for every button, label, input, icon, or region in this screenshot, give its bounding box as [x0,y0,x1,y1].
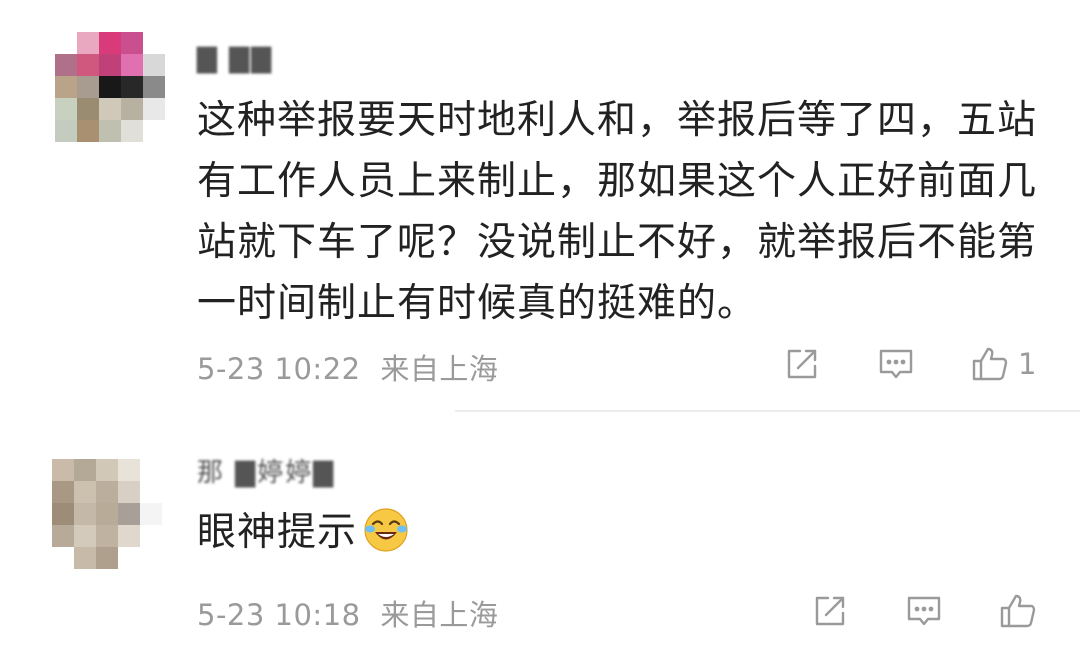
comment-button[interactable] [874,342,918,386]
comment-location: 来自上海 [380,352,499,386]
comment-actions: 1 [780,342,1036,386]
comment-icon [907,596,941,626]
comment-meta: 5-23 10:22 来自上海 [197,346,498,388]
comment-button[interactable] [902,589,946,633]
like-count: 1 [1018,347,1037,381]
avatar[interactable] [52,459,162,569]
comment-meta: 5-23 10:18 来自上海 [197,592,498,634]
like-button[interactable]: 1 [968,342,1036,386]
username[interactable]: ▇ ▇▇ [197,44,273,74]
avatar[interactable] [55,32,165,142]
comment-item: 那 ▇婷婷▇ 眼神提示 5-23 10:18 来自上海 [0,412,1080,650]
share-button[interactable] [780,342,824,386]
comment-icon [879,349,913,379]
comment-date: 5-23 10:22 [197,352,361,386]
comment-actions [808,589,1046,633]
username[interactable]: 那 ▇婷婷▇ [197,452,335,489]
like-icon [1000,594,1036,628]
like-icon [972,347,1008,381]
comment-text-content: 眼神提示 [197,510,358,555]
comment-text: 眼神提示 [197,502,1047,563]
comment-location: 来自上海 [380,598,499,632]
comment-item: ▇ ▇▇ 这种举报要天时地利人和，举报后等了四，五站有工作人员上来制止，那如果这… [0,0,1080,412]
comment-text: 这种举报要天时地利人和，举报后等了四，五站有工作人员上来制止，那如果这个人正好前… [197,98,1038,326]
share-button[interactable] [808,589,852,633]
share-icon [815,596,845,626]
comment-date: 5-23 10:18 [197,598,361,632]
share-icon [787,349,817,379]
like-button[interactable] [996,589,1046,633]
crying-laughing-emoji-icon [364,508,408,552]
